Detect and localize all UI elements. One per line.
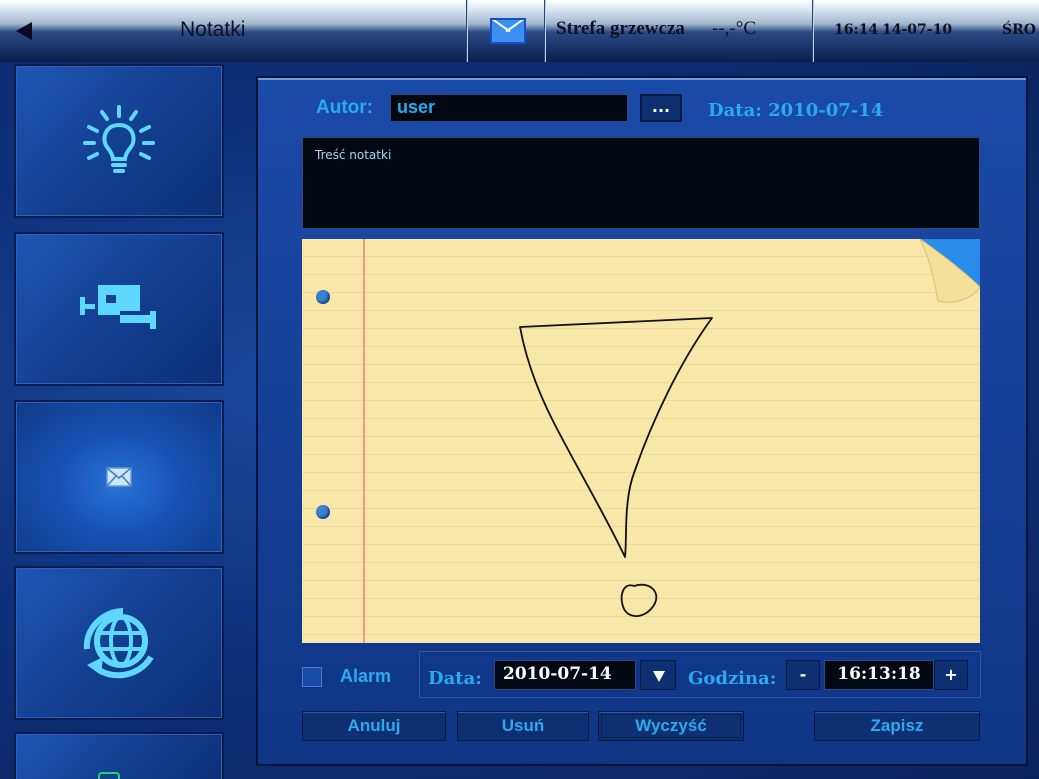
delete-button[interactable]: Usuń bbox=[457, 711, 589, 741]
note-date: Data: 2010-07-14 bbox=[708, 100, 884, 121]
partial-icon bbox=[98, 772, 120, 779]
divider bbox=[812, 0, 813, 62]
sidebar-item-internet[interactable] bbox=[14, 566, 224, 720]
app-window: Notatki Strefa grzewcza --,-°C 16:14 14-… bbox=[0, 0, 1039, 779]
author-field[interactable]: user bbox=[390, 94, 628, 122]
top-bar: Notatki Strefa grzewcza --,-°C 16:14 14-… bbox=[0, 0, 1039, 62]
save-button[interactable]: Zapisz bbox=[814, 711, 980, 741]
globe-icon bbox=[83, 608, 154, 679]
cancel-button[interactable]: Anuluj bbox=[302, 711, 446, 741]
alarm-date-label: Data: bbox=[428, 668, 482, 689]
clear-button[interactable]: Wyczyść bbox=[598, 711, 744, 741]
envelope-icon bbox=[106, 467, 132, 487]
alarm-date-field[interactable]: 2010-07-14 bbox=[494, 660, 636, 690]
page-title: Notatki bbox=[180, 18, 246, 41]
sidebar-item-more[interactable] bbox=[14, 732, 224, 779]
author-label: Autor: bbox=[316, 97, 373, 118]
author-browse-button[interactable]: ... bbox=[640, 94, 682, 122]
alarm-checkbox[interactable] bbox=[302, 667, 322, 687]
sidebar bbox=[0, 62, 240, 779]
security-camera-icon bbox=[80, 285, 156, 329]
envelope-icon[interactable] bbox=[490, 18, 526, 44]
drawing-canvas[interactable] bbox=[302, 239, 980, 643]
handwriting-stroke bbox=[519, 317, 713, 617]
heating-zone-label: Strefa grzewcza bbox=[556, 18, 685, 39]
back-arrow-icon[interactable] bbox=[8, 18, 48, 44]
heating-zone-temperature: --,-°C bbox=[712, 18, 757, 39]
chevron-down-icon[interactable] bbox=[640, 660, 676, 690]
alarm-label: Alarm bbox=[340, 666, 392, 686]
note-text-input[interactable] bbox=[303, 138, 979, 228]
clock-date: 14-07-10 bbox=[882, 22, 953, 38]
light-bulb-icon bbox=[83, 105, 155, 173]
time-increase-button[interactable]: + bbox=[934, 660, 968, 690]
sidebar-item-notes[interactable] bbox=[14, 400, 224, 554]
divider bbox=[466, 0, 467, 62]
clock-day: ŚRO bbox=[1002, 22, 1036, 38]
sidebar-item-monitoring[interactable] bbox=[14, 232, 224, 386]
clock-time: 16:14 bbox=[834, 22, 879, 38]
time-decrease-button[interactable]: - bbox=[786, 660, 820, 690]
sidebar-item-lighting[interactable] bbox=[14, 64, 224, 218]
note-text-field[interactable] bbox=[302, 137, 980, 229]
alarm-time-label: Godzina: bbox=[688, 668, 777, 689]
divider bbox=[544, 0, 545, 62]
alarm-time-field[interactable]: 16:13:18 bbox=[824, 660, 934, 690]
